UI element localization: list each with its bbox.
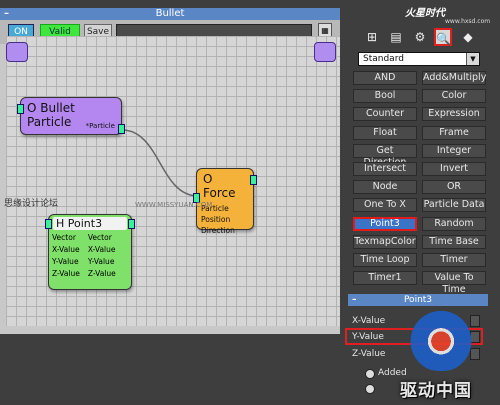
input-port[interactable]	[45, 219, 52, 229]
point3-rollout-title: Point3	[403, 295, 433, 305]
operator-button[interactable]: Node	[353, 180, 417, 195]
node-input-label: Y-Value	[52, 257, 79, 266]
operator-button[interactable]: Random	[422, 216, 486, 231]
node-output-label: Vector	[87, 233, 112, 242]
operator-button[interactable]: Integer	[422, 143, 486, 158]
chevron-down-icon[interactable]: ▼	[466, 53, 479, 65]
operator-button[interactable]: Color	[422, 89, 486, 104]
list-icon[interactable]: ▤	[387, 28, 405, 46]
force-node[interactable]: O Force Particle Position Direction	[193, 168, 257, 235]
operator-button[interactable]: Get Direction	[353, 143, 417, 168]
operator-button[interactable]: Invert	[422, 162, 486, 176]
operator-button[interactable]: AND	[353, 71, 417, 85]
operator-button[interactable]: Expression	[422, 107, 486, 122]
x-value-label: X-Value	[352, 316, 386, 326]
operator-button[interactable]: Intersect	[353, 162, 417, 176]
point3-node[interactable]: H Point3 Vector Vector X-Value X-Value Y-V…	[45, 214, 135, 290]
operator-button[interactable]: Particle Data	[422, 198, 486, 213]
operator-button[interactable]: Float	[353, 125, 417, 140]
magnifier-icon[interactable]: 🔍	[434, 28, 452, 46]
watermark-text: 思缘设计论坛	[4, 199, 59, 209]
node-input-label: Z-Value	[52, 269, 80, 278]
point3-rollout-header[interactable]: – Point3	[348, 294, 488, 306]
node-title: H Point3	[53, 217, 127, 230]
operator-button[interactable]: Bool	[353, 89, 417, 104]
operator-button[interactable]: One To X	[353, 198, 417, 213]
output-port[interactable]	[118, 124, 125, 134]
node-output-label: Y-Value	[87, 257, 115, 266]
node-output-label: Z-Value	[87, 269, 116, 278]
node-output-label: X-Value	[87, 245, 116, 254]
node-ports-table: Vector Vector X-Value X-Value Y-Value Y-Val…	[52, 232, 124, 280]
operator-button[interactable]: Counter	[353, 107, 417, 122]
collapse-icon[interactable]: –	[352, 294, 357, 306]
node-output-label: *Particle	[85, 122, 115, 130]
node-title: O Force	[203, 172, 236, 200]
z-value-label: Z-Value	[352, 349, 386, 359]
category-select[interactable]: Standard ▼	[358, 52, 480, 66]
option-radio[interactable]	[365, 384, 375, 394]
add-node-icon[interactable]: ⊞	[363, 28, 381, 46]
bullet-particle-node[interactable]: O Bullet Particle *Particle	[17, 97, 125, 135]
added-radio[interactable]	[365, 369, 375, 379]
input-port[interactable]	[17, 104, 24, 114]
node-input-label: X-Value	[52, 245, 80, 254]
node-input-label: Vector	[52, 233, 76, 242]
operator-button[interactable]: Frame	[422, 125, 486, 140]
node-input-label: Position	[201, 215, 231, 224]
gear-icon[interactable]: ⚙	[411, 28, 429, 46]
watermark-site: www.hxsd.com	[445, 18, 491, 25]
operator-button[interactable]: Time Loop	[353, 253, 417, 267]
operator-button[interactable]: Timer1	[353, 271, 417, 286]
operator-button[interactable]: Timer	[422, 253, 486, 267]
operator-button[interactable]: Point3	[353, 216, 417, 231]
cube-icon[interactable]: ◆	[459, 28, 477, 46]
operator-button[interactable]: OR	[422, 180, 486, 195]
watermark-brand-text: 驱动中国	[400, 381, 472, 401]
watermark-url: WWW.MISSYUAN.COM	[135, 201, 213, 209]
operator-button[interactable]: Value To Time	[422, 271, 486, 295]
operator-button[interactable]: Add&Multiply	[422, 71, 486, 85]
operator-button[interactable]: Time Base	[422, 234, 486, 249]
output-port[interactable]	[128, 219, 135, 229]
category-select-value: Standard	[363, 54, 404, 64]
watermark-logo	[400, 305, 482, 371]
node-input-label: Direction	[201, 226, 235, 235]
operator-button[interactable]: TexmapColor	[353, 234, 417, 249]
output-port[interactable]	[250, 175, 257, 185]
watermark-logo-text: 火星时代	[405, 8, 445, 19]
